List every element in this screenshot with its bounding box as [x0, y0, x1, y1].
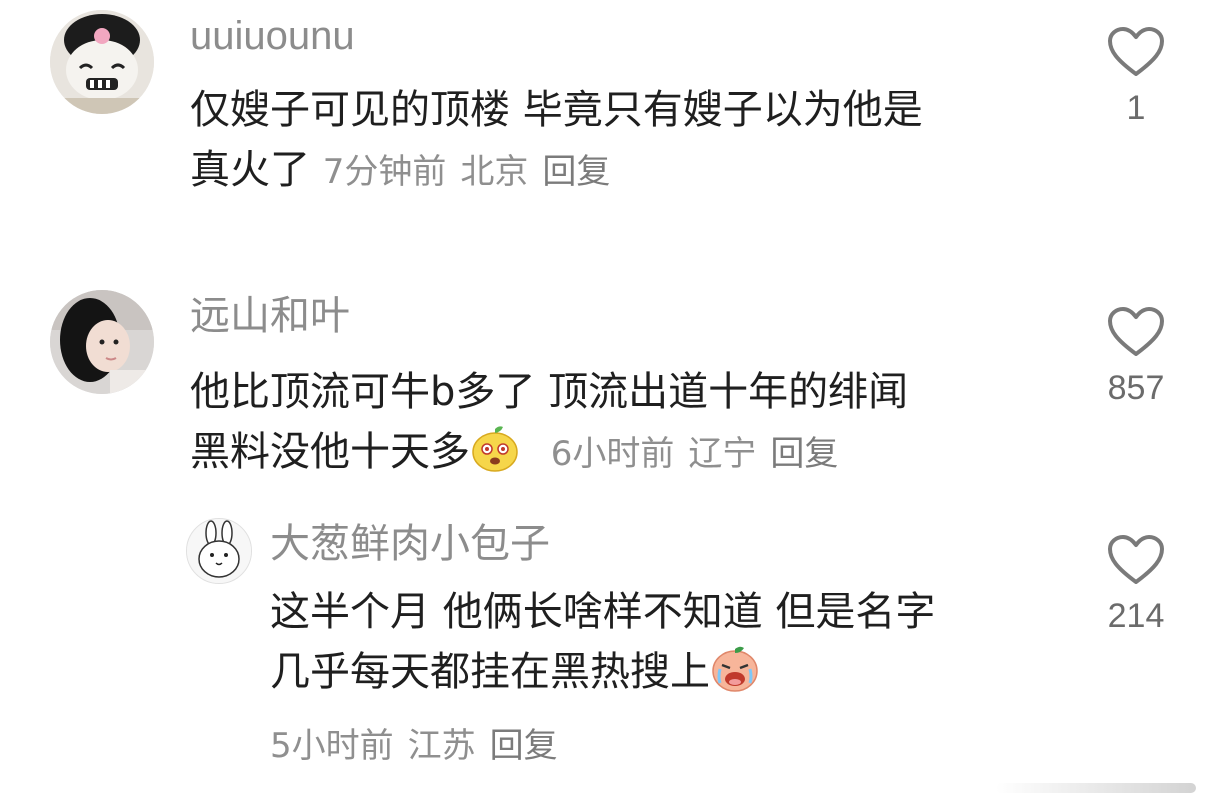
- crying-peach-emoji-icon: [710, 643, 760, 710]
- like-button[interactable]: 1: [1096, 26, 1176, 128]
- heart-icon: [1108, 535, 1164, 584]
- skull-character-icon: [50, 10, 154, 114]
- comment-text-line: 这半个月 他俩长啥样不知道 但是名字: [270, 589, 936, 635]
- heart-icon: [1108, 27, 1164, 76]
- like-count: 857: [1107, 369, 1165, 407]
- location: 江苏: [407, 726, 476, 766]
- like-count: 214: [1107, 597, 1165, 635]
- heart-icon: [1108, 307, 1164, 356]
- location: 辽宁: [688, 434, 757, 474]
- reply-button[interactable]: 回复: [490, 726, 558, 766]
- username[interactable]: uuiuounu: [190, 12, 355, 60]
- like-count: 1: [1126, 89, 1146, 127]
- scroll-indicator: [996, 783, 1196, 793]
- comment-text-line: 仅嫂子可见的顶楼 毕竟只有嫂子以为他是: [190, 87, 923, 133]
- comment-text-line: 他比顶流可牛b多了 顶流出道十年的绯闻: [190, 369, 909, 415]
- comment-text: 他比顶流可牛b多了 顶流出道十年的绯闻 黑料没他十天多 6小时前 辽宁 回复: [190, 362, 908, 490]
- avatar[interactable]: [50, 290, 154, 394]
- bunny-doodle-icon: [187, 519, 251, 583]
- like-button[interactable]: 214: [1096, 534, 1176, 636]
- timestamp: 6小时前: [550, 434, 675, 474]
- comment-meta: 6小时前 辽宁 回复: [551, 434, 853, 474]
- username[interactable]: 大葱鲜肉小包子: [270, 520, 550, 568]
- comment-text-line-with-meta: 黑料没他十天多 6小时前 辽宁 回复: [190, 422, 908, 490]
- comment-text-line-with-meta: 真火了 7分钟前 北京 回复: [190, 140, 923, 202]
- comment-text-line-with-emoji: 几乎每天都挂在黑热搜上: [270, 642, 935, 710]
- username[interactable]: 远山和叶: [190, 292, 350, 340]
- like-button[interactable]: 857: [1096, 306, 1176, 408]
- avatar[interactable]: [186, 518, 252, 584]
- girl-photo-icon: [50, 290, 154, 394]
- location: 北京: [460, 152, 529, 192]
- reply-button[interactable]: 回复: [770, 434, 838, 474]
- comment-text-line: 黑料没他十天多: [190, 429, 470, 475]
- timestamp: 5小时前: [270, 726, 394, 766]
- comment-text-line: 几乎每天都挂在黑热搜上: [270, 649, 710, 695]
- comment-meta: 7分钟前 北京 回复: [323, 152, 625, 192]
- reply-button[interactable]: 回复: [542, 152, 610, 192]
- comment-text-line: 真火了: [190, 147, 310, 193]
- comment-text: 仅嫂子可见的顶楼 毕竟只有嫂子以为他是 真火了 7分钟前 北京 回复: [190, 80, 923, 202]
- comment-text: 这半个月 他俩长啥样不知道 但是名字 几乎每天都挂在黑热搜上: [270, 582, 935, 710]
- timestamp: 7分钟前: [322, 152, 447, 192]
- comment-meta: 5小时前 江苏 回复: [270, 722, 572, 770]
- yellow-blob-emoji-icon: [470, 423, 520, 490]
- avatar[interactable]: [50, 10, 154, 114]
